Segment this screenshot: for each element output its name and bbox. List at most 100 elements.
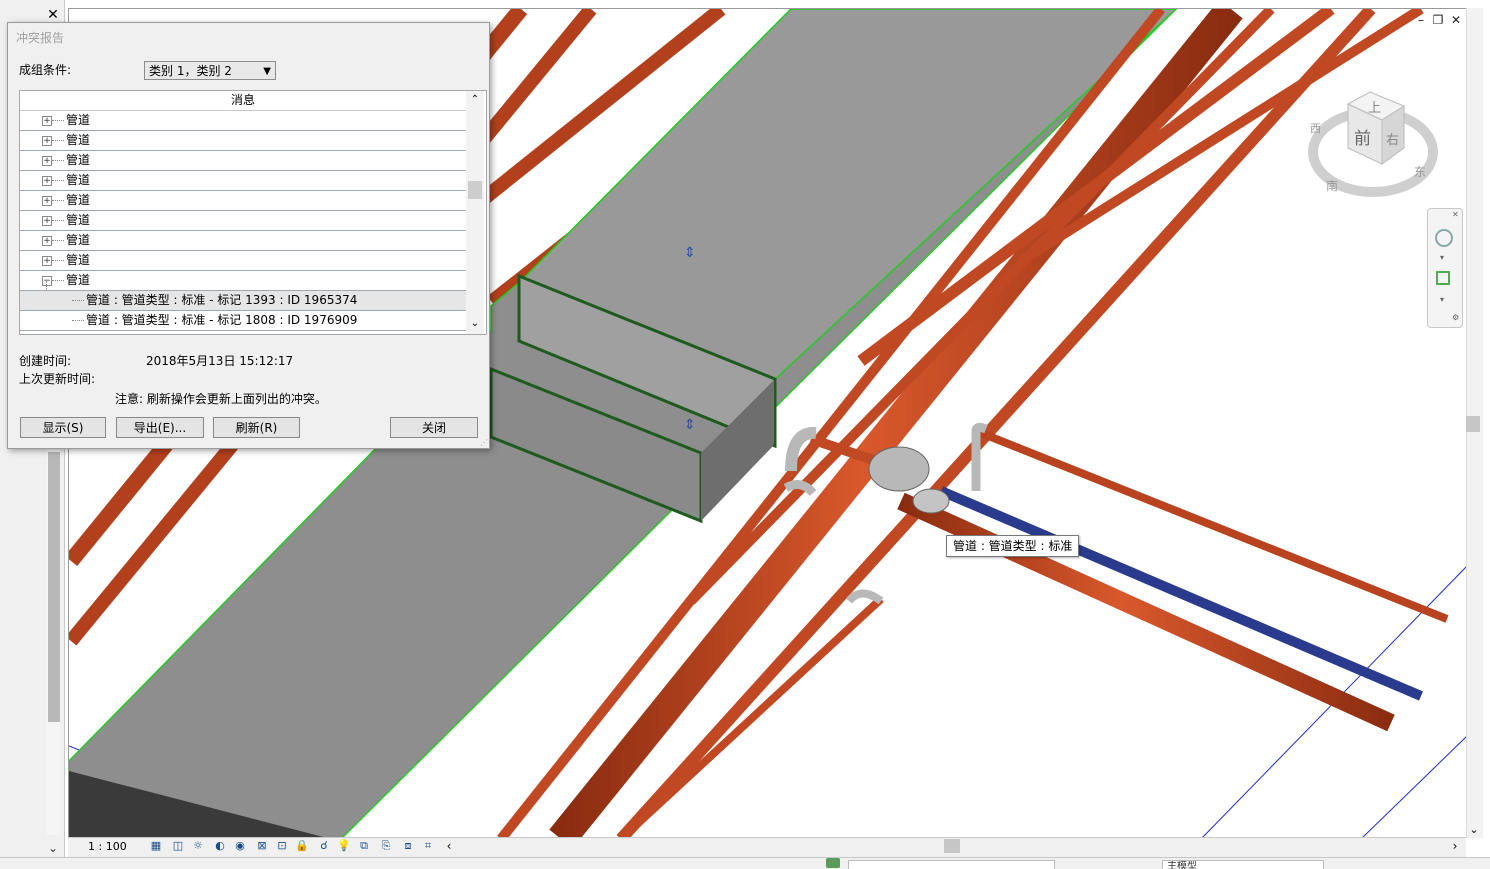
column-header-message[interactable]: 消息 [20, 91, 466, 111]
temp-hide-icon[interactable]: ☌ [316, 838, 332, 854]
tree-group-row[interactable]: + 管道 [20, 111, 466, 131]
tree-group-label: 管道 [66, 273, 91, 287]
lock-view-icon[interactable]: 🔒 [294, 838, 310, 854]
close-view-icon[interactable]: ✕ [1448, 12, 1464, 28]
pipe[interactable] [939, 486, 1423, 701]
scroll-down-icon[interactable]: ⌄ [466, 317, 484, 331]
close-button[interactable]: 关闭 [390, 417, 478, 438]
analytical-model-icon[interactable]: ⧈ [400, 838, 416, 854]
zoom-region-icon[interactable] [1436, 271, 1450, 285]
created-time-value: 2018年5月13日 15:12:17 [146, 354, 294, 368]
viewcube-front-label: 前 [1354, 129, 1371, 149]
tree-child-row[interactable]: 管道 : 管道类型 : 标准 - 标记 1808 : ID 1976909 [20, 311, 466, 331]
compass-west-label: 西 [1310, 122, 1321, 135]
scroll-right-icon[interactable]: › [1448, 839, 1462, 853]
export-button[interactable]: 导出(E)... [116, 417, 204, 438]
tree-group-row[interactable]: + 管道 [20, 251, 466, 271]
viewcube[interactable]: 上 前 右 南 东 西 [1308, 86, 1438, 204]
group-by-label: 成组条件: [19, 63, 72, 77]
expand-icon[interactable]: + [42, 176, 52, 186]
sun-path-icon[interactable]: ☼ [190, 838, 206, 854]
scroll-left-icon[interactable]: ‹ [442, 839, 456, 853]
workset-icon[interactable] [826, 858, 840, 868]
minimize-icon[interactable]: – [1413, 12, 1429, 28]
clash-report-dialog: 冲突报告 成组条件: 类别 1，类别 2 ▼ 消息 + 管道 + 管道 + 管道… [7, 22, 490, 449]
revit-application: ✕ ⌄ ⇕ ⇕ – ❐ ✕ 上 前 右 南 东 西 ✕ ▾ ▾ ⚙ ⌄ 管道:… [0, 0, 1490, 869]
duct-grip-icon[interactable]: ⇕ [684, 417, 696, 433]
tree-scrollbar-thumb[interactable] [468, 181, 482, 199]
scroll-up-icon[interactable]: ⌃ [466, 93, 484, 107]
tree-group-label: 管道 [66, 253, 91, 267]
tree-group-label: 管道 [66, 193, 91, 207]
horizontal-scrollbar-thumb[interactable] [944, 839, 960, 853]
tree-group-label: 管道 [66, 133, 91, 147]
tree-child-row[interactable]: 管道 : 管道类型 : 标准 - 标记 1393 : ID 1965374 [20, 291, 466, 311]
temp-view-icon[interactable]: ⎘ [378, 838, 394, 854]
model-selector[interactable]: 主模型 [1162, 860, 1324, 869]
visual-style-icon[interactable]: ◫ [170, 838, 186, 854]
pipe-elbow[interactable] [845, 589, 884, 605]
expand-icon[interactable]: + [42, 156, 52, 166]
clash-element-label: 管道 : 管道类型 : 标准 - 标记 1393 : ID 1965374 [86, 293, 358, 307]
group-by-select[interactable]: 类别 1，类别 2 ▼ [144, 61, 276, 80]
last-updated-label: 上次更新时间: [19, 372, 96, 386]
chevron-down-icon[interactable]: ▾ [1440, 295, 1444, 304]
restore-icon[interactable]: ❐ [1430, 12, 1446, 28]
reveal-hidden-icon[interactable]: 💡 [336, 838, 352, 854]
group-by-value: 类别 1，类别 2 [149, 64, 232, 78]
workset-field[interactable] [848, 860, 1055, 869]
expand-icon[interactable]: + [42, 196, 52, 206]
options-icon[interactable]: ⚙ [1452, 313, 1459, 322]
viewcube-top-label: 上 [1368, 101, 1381, 116]
expand-icon[interactable]: + [42, 116, 52, 126]
tree-group-label: 管道 [66, 113, 91, 127]
scroll-down-icon[interactable]: ⌄ [1466, 822, 1482, 838]
detail-level-icon[interactable]: ▦ [148, 838, 164, 854]
tree-group-row[interactable]: + 管道 [20, 231, 466, 251]
element-tooltip: 管道 : 管道类型 : 标准 [946, 535, 1080, 557]
steering-wheel-icon[interactable] [1435, 229, 1453, 247]
tree-group-label: 管道 [66, 153, 91, 167]
grid-line [1360, 735, 1467, 839]
render-icon[interactable]: ◉ [232, 838, 248, 854]
pipe-fitting[interactable] [912, 488, 950, 514]
close-icon[interactable]: ✕ [1452, 210, 1459, 219]
compass-east-label: 东 [1414, 165, 1426, 179]
worksharing-icon[interactable]: ⧉ [356, 838, 372, 854]
tree-group-row[interactable]: + 管道 [20, 151, 466, 171]
tree-group-row[interactable]: + 管道 [20, 211, 466, 231]
tree-group-row[interactable]: + 管道 [20, 191, 466, 211]
vertical-scrollbar-thumb[interactable] [1466, 416, 1480, 432]
shadows-icon[interactable]: ◐ [212, 838, 228, 854]
crop-view-icon[interactable]: ⊠ [254, 838, 270, 854]
show-crop-icon[interactable]: ⊡ [274, 838, 290, 854]
tree-group-label: 管道 [66, 213, 91, 227]
pipe[interactable] [979, 429, 1449, 623]
refresh-button[interactable]: 刷新(R) [213, 417, 300, 438]
browser-scrollbar-thumb[interactable] [48, 452, 60, 722]
refresh-note: 注意: 刷新操作会更新上面列出的冲突。 [115, 392, 327, 406]
expand-icon[interactable]: + [42, 136, 52, 146]
tree-group-row[interactable]: + 管道 [20, 171, 466, 191]
resize-grip-icon[interactable]: ⋰ [480, 439, 488, 447]
tree-group-row[interactable]: − 管道 [20, 271, 466, 291]
collapse-icon[interactable]: − [42, 276, 52, 286]
scroll-down-icon[interactable]: ⌄ [44, 840, 62, 856]
clash-tree[interactable]: 消息 + 管道 + 管道 + 管道 + 管道 + 管道 + 管道 + 管道 + … [19, 90, 487, 335]
pipe-fitting[interactable] [868, 446, 930, 492]
constraints-icon[interactable]: ⌗ [420, 838, 436, 854]
tree-scrollbar[interactable]: ⌃ ⌄ [466, 91, 484, 334]
chevron-down-icon[interactable]: ▾ [1440, 253, 1444, 262]
duct-grip-icon[interactable]: ⇕ [684, 245, 696, 261]
navigation-bar: ✕ ▾ ▾ ⚙ [1427, 208, 1463, 328]
clash-element-label: 管道 : 管道类型 : 标准 - 标记 1808 : ID 1976909 [86, 313, 358, 327]
tree-group-label: 管道 [66, 173, 91, 187]
compass-south-label: 南 [1326, 178, 1338, 193]
viewcube-right-label: 右 [1386, 133, 1399, 148]
expand-icon[interactable]: + [42, 256, 52, 266]
view-scale[interactable]: 1 : 100 [88, 839, 127, 855]
show-button[interactable]: 显示(S) [20, 417, 106, 438]
expand-icon[interactable]: + [42, 236, 52, 246]
tree-group-row[interactable]: + 管道 [20, 131, 466, 151]
expand-icon[interactable]: + [42, 216, 52, 226]
